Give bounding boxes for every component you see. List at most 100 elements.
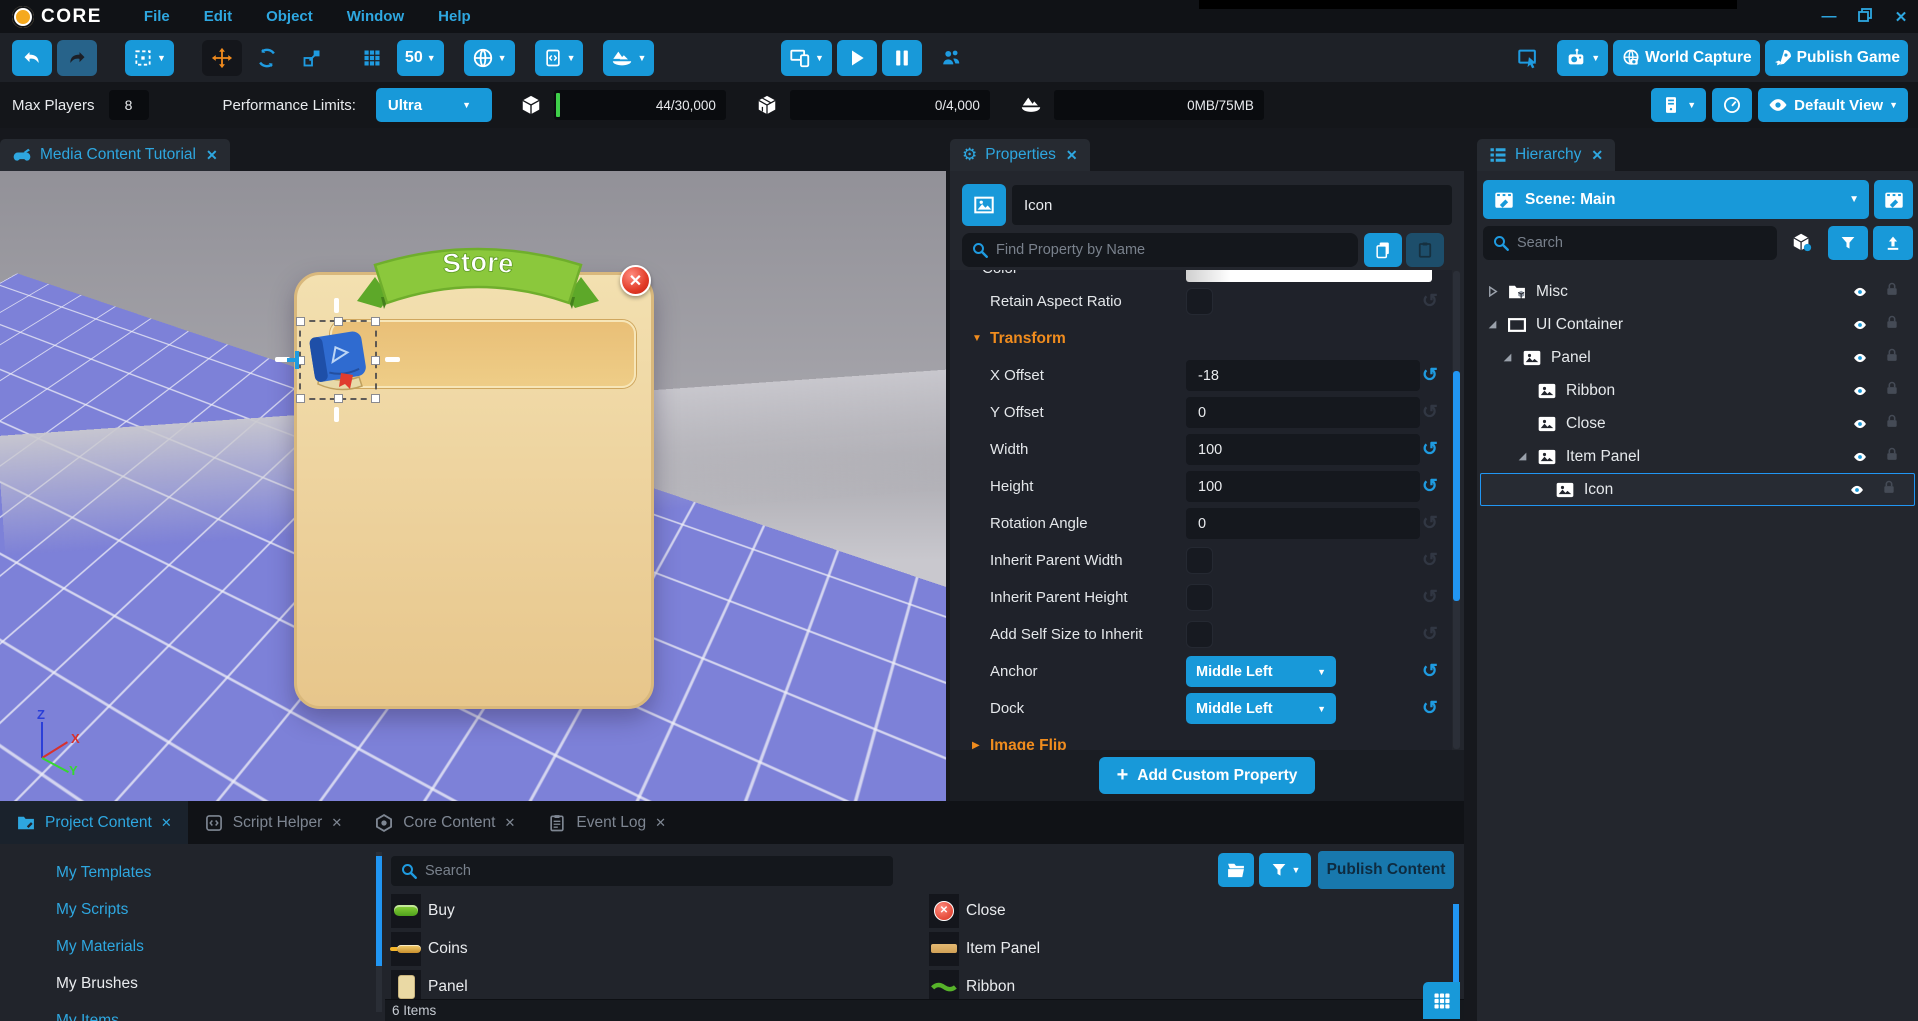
pc-performance-dropdown[interactable]: ▼ bbox=[1651, 88, 1707, 122]
hierarchy-node-panel[interactable]: Panel bbox=[1477, 341, 1918, 374]
reset-property-button[interactable]: ↻ bbox=[1422, 475, 1438, 498]
properties-scroll-area[interactable]: Color Retain Aspect Ratio ↻ ▼ Transform X Of… bbox=[950, 270, 1452, 750]
reset-property-button[interactable]: ↻ bbox=[1422, 623, 1438, 646]
menu-object[interactable]: Object bbox=[266, 8, 313, 25]
hierarchy-node-close[interactable]: Close bbox=[1477, 407, 1918, 440]
object-name-input[interactable] bbox=[1012, 185, 1452, 225]
divider[interactable] bbox=[1464, 128, 1477, 1021]
dropdown-dock[interactable]: Middle Left ▼ bbox=[1186, 693, 1336, 724]
reset-property-button[interactable]: ↻ bbox=[1422, 438, 1438, 461]
menu-edit[interactable]: Edit bbox=[204, 8, 232, 25]
property-search-input[interactable] bbox=[962, 233, 1358, 267]
collapse-arrow-icon[interactable] bbox=[1487, 286, 1498, 297]
sidebar-item-my-scripts[interactable]: My Scripts bbox=[0, 891, 372, 928]
publish-game-button[interactable]: Publish Game bbox=[1764, 40, 1908, 76]
multiplayer-icon[interactable] bbox=[940, 47, 962, 69]
world-mode-dropdown[interactable]: ▼ bbox=[463, 40, 515, 76]
sidebar-item-my-items[interactable]: My Items bbox=[0, 1002, 372, 1021]
sidebar-item-my-brushes[interactable]: My Brushes bbox=[0, 965, 372, 1002]
section-expanded-icon[interactable]: ▼ bbox=[972, 333, 982, 344]
asset-coins[interactable]: Coins bbox=[391, 930, 929, 967]
asset-dropdown[interactable]: ▼ bbox=[603, 40, 655, 76]
asset-item-panel[interactable]: Item Panel bbox=[929, 930, 1467, 967]
close-icon[interactable]: ✕ bbox=[1066, 147, 1078, 164]
reset-property-button[interactable]: ↻ bbox=[1422, 401, 1438, 424]
object-type-image-button[interactable] bbox=[962, 184, 1006, 226]
dropdown-anchor[interactable]: Middle Left ▼ bbox=[1186, 656, 1336, 687]
checkbox-add-self-size-to-inherit[interactable] bbox=[1186, 621, 1213, 648]
scene-selector-dropdown[interactable]: Scene: Main ▼ bbox=[1483, 180, 1869, 219]
preview-device-dropdown[interactable]: ▼ bbox=[781, 40, 832, 76]
hierarchy-search-input[interactable] bbox=[1483, 226, 1777, 260]
eye-icon[interactable] bbox=[1850, 285, 1870, 299]
new-folder-button[interactable] bbox=[1218, 853, 1254, 887]
close-icon[interactable]: ✕ bbox=[161, 815, 172, 831]
move-tool-button[interactable] bbox=[201, 40, 242, 76]
screen-share-icon[interactable] bbox=[1517, 47, 1539, 69]
expand-arrow-icon[interactable] bbox=[1517, 451, 1528, 462]
close-icon[interactable]: ✕ bbox=[504, 815, 515, 831]
sidebar-scrollbar[interactable] bbox=[376, 852, 382, 1012]
checkbox-retain-aspect-ratio[interactable] bbox=[1186, 288, 1213, 315]
eye-icon[interactable] bbox=[1850, 417, 1870, 431]
sidebar-item-my-materials[interactable]: My Materials bbox=[0, 928, 372, 965]
grid-view-button[interactable] bbox=[1423, 982, 1460, 1019]
world-capture-button[interactable]: World Capture bbox=[1613, 40, 1760, 76]
publish-content-button[interactable]: Publish Content bbox=[1318, 851, 1454, 889]
lock-icon[interactable] bbox=[1884, 380, 1900, 402]
reset-property-button[interactable]: ↻ bbox=[1422, 290, 1438, 313]
lock-icon[interactable] bbox=[1884, 281, 1900, 303]
eye-icon[interactable] bbox=[1850, 351, 1870, 365]
tab-script-helper[interactable]: Script Helper ✕ bbox=[188, 801, 359, 844]
color-swatch[interactable] bbox=[1186, 270, 1432, 282]
lock-icon[interactable] bbox=[1881, 479, 1897, 501]
asset-close[interactable]: ✕ Close bbox=[929, 892, 1467, 929]
property-input-width[interactable] bbox=[1186, 434, 1420, 465]
grid-snap-button[interactable] bbox=[352, 40, 392, 76]
tab-properties[interactable]: ⚙ Properties ✕ bbox=[950, 139, 1090, 171]
eye-icon[interactable] bbox=[1850, 384, 1870, 398]
reset-property-button[interactable]: ↻ bbox=[1422, 586, 1438, 609]
sidebar-item-my-templates[interactable]: My Templates bbox=[0, 854, 372, 891]
lock-icon[interactable] bbox=[1884, 347, 1900, 369]
hierarchy-node-ui-container[interactable]: UI Container bbox=[1477, 308, 1918, 341]
menu-window[interactable]: Window bbox=[347, 8, 404, 25]
menu-file[interactable]: File bbox=[144, 8, 170, 25]
eye-icon[interactable] bbox=[1850, 318, 1870, 332]
paste-properties-button[interactable] bbox=[1406, 233, 1444, 267]
expand-arrow-icon[interactable] bbox=[1502, 352, 1513, 363]
restore-button[interactable] bbox=[1856, 7, 1874, 26]
reset-property-button[interactable]: ↻ bbox=[1422, 512, 1438, 535]
property-input-height[interactable] bbox=[1186, 471, 1420, 502]
performance-limits-dropdown[interactable]: Ultra ▼ bbox=[375, 88, 492, 122]
expand-arrow-icon[interactable] bbox=[1487, 319, 1498, 330]
scale-tool-button[interactable] bbox=[292, 40, 332, 76]
checkbox-inherit-parent-height[interactable] bbox=[1186, 584, 1213, 611]
minimize-button[interactable]: — bbox=[1820, 8, 1838, 25]
close-icon[interactable]: ✕ bbox=[331, 815, 342, 831]
asset-buy[interactable]: Buy bbox=[391, 892, 929, 929]
properties-scrollbar[interactable] bbox=[1453, 271, 1460, 749]
hierarchy-filter-button[interactable] bbox=[1828, 226, 1868, 260]
max-players-input[interactable] bbox=[108, 90, 149, 120]
close-icon[interactable]: ✕ bbox=[1591, 147, 1603, 164]
hierarchy-node-item-panel[interactable]: Item Panel bbox=[1477, 440, 1918, 473]
hierarchy-node-ribbon[interactable]: Ribbon bbox=[1477, 374, 1918, 407]
script-dropdown[interactable]: ▼ bbox=[534, 40, 584, 76]
lock-icon[interactable] bbox=[1884, 446, 1900, 468]
copy-properties-button[interactable] bbox=[1364, 233, 1402, 267]
reset-property-button[interactable]: ↻ bbox=[1422, 364, 1438, 387]
content-search-input[interactable] bbox=[391, 856, 893, 886]
reset-property-button[interactable]: ↻ bbox=[1422, 697, 1438, 720]
cube-select-icon[interactable] bbox=[1791, 231, 1813, 253]
undo-button[interactable] bbox=[12, 40, 52, 76]
tab-core-content[interactable]: Core Content ✕ bbox=[358, 801, 531, 844]
capture-camera-dropdown[interactable]: ▼ bbox=[1557, 40, 1609, 76]
default-view-dropdown[interactable]: Default View ▼ bbox=[1758, 88, 1908, 122]
viewport-canvas[interactable]: Store ✕ Z X Y bbox=[0, 171, 946, 801]
hierarchy-node-icon[interactable]: Icon bbox=[1480, 473, 1915, 506]
close-icon[interactable]: ✕ bbox=[655, 815, 666, 831]
grid-snap-size-dropdown[interactable]: 50 ▼ bbox=[396, 40, 444, 76]
lock-icon[interactable] bbox=[1884, 413, 1900, 435]
eye-icon[interactable] bbox=[1847, 483, 1867, 497]
